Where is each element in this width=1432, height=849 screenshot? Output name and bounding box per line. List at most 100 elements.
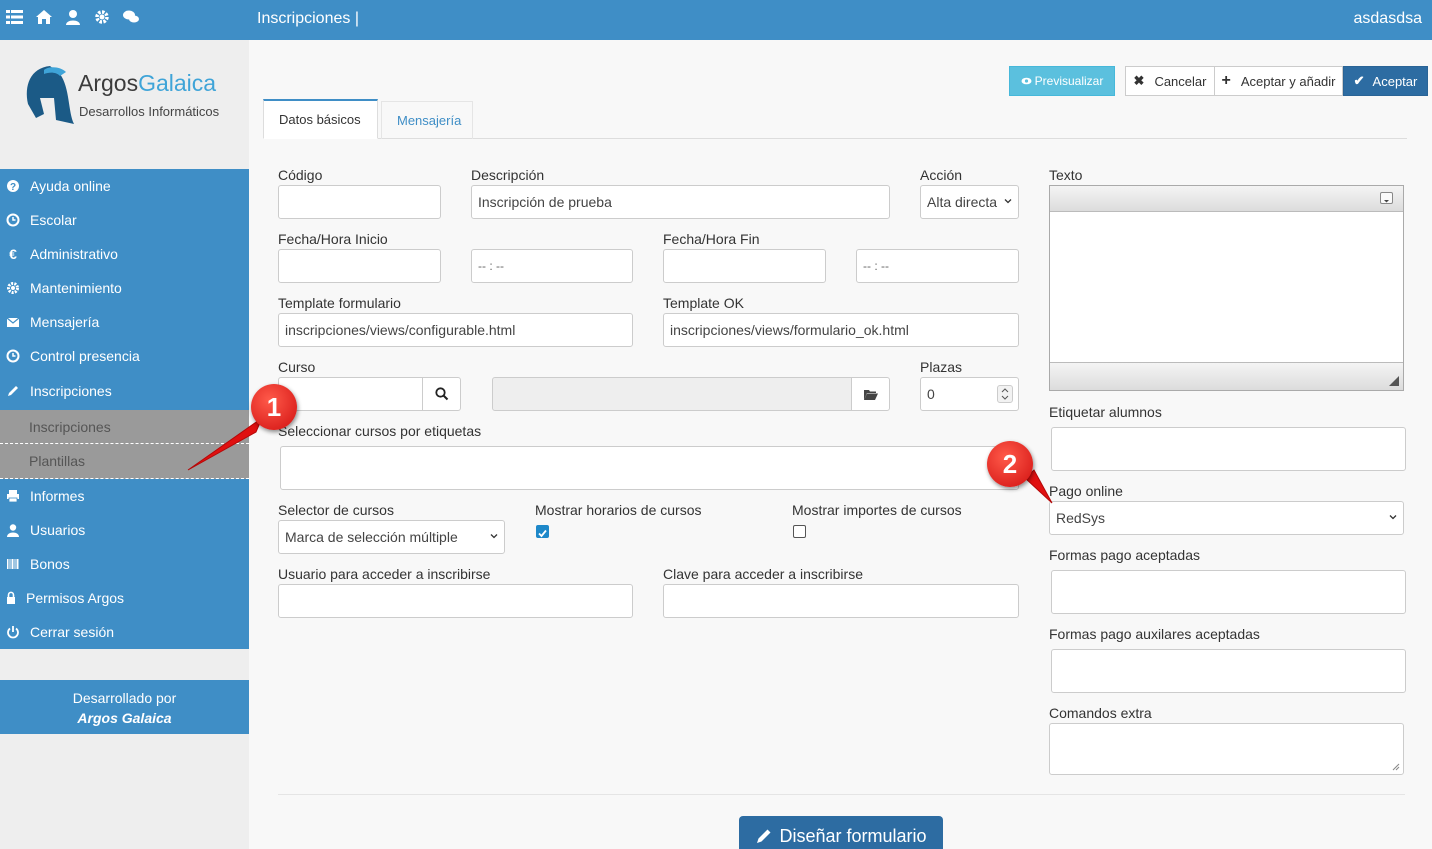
editor-toolbar (1050, 186, 1403, 212)
template-ok-input[interactable]: inscripciones/views/formulario_ok.html (663, 313, 1019, 347)
usuario-acceso-label: Usuario para acceder a inscribirse (278, 566, 491, 582)
plazas-input[interactable]: 0 (920, 377, 1019, 411)
sidebar-subitem-inscripciones[interactable]: Inscripciones (0, 409, 249, 444)
accept-and-add-button[interactable]: + Aceptar y añadir (1214, 66, 1343, 96)
resize-handle-icon[interactable] (1390, 761, 1400, 771)
codigo-input[interactable] (278, 185, 441, 219)
selector-cursos-label: Selector de cursos (278, 502, 394, 518)
sidebar-item-label: Control presencia (30, 348, 140, 364)
resize-handle-icon[interactable] (1389, 376, 1399, 386)
sidebar-subitem-plantillas[interactable]: Plantillas (0, 444, 249, 479)
chevron-down-icon[interactable] (1380, 192, 1393, 204)
accept-button[interactable]: ✔ Aceptar (1343, 66, 1428, 96)
preview-button[interactable]: Previsualizar (1009, 66, 1115, 96)
barcode-icon (6, 557, 20, 571)
sidebar-item-label: Administrativo (30, 246, 118, 262)
check-icon (538, 529, 547, 538)
design-form-button[interactable]: Diseñar formulario (739, 816, 943, 849)
sidebar-item-administrativo[interactable]: € Administrativo (0, 237, 249, 271)
eye-icon (1021, 74, 1032, 88)
sidebar-item-cerrar-sesion[interactable]: Cerrar sesión (0, 615, 249, 649)
power-icon (6, 625, 20, 639)
sidebar-item-label: Informes (30, 488, 85, 504)
sidebar-subitem-label: Inscripciones (29, 418, 111, 435)
pago-online-value: RedSys (1056, 510, 1106, 526)
sidebar: ArgosGalaica Desarrollos Informáticos ? … (0, 40, 249, 849)
clave-acceso-input[interactable] (663, 584, 1019, 618)
curso-search-button[interactable] (422, 377, 461, 411)
chevron-down-icon (490, 534, 498, 539)
sidebar-item-ayuda-online[interactable]: ? Ayuda online (0, 169, 249, 203)
pencil-icon (757, 829, 771, 843)
sidebar-subitem-label: Plantillas (29, 453, 86, 469)
page-title: Inscripciones | (257, 10, 359, 27)
etiquetar-alumnos-input[interactable] (1051, 427, 1406, 471)
accept-button-label: Aceptar (1372, 73, 1418, 89)
usuario-acceso-input[interactable] (278, 584, 633, 618)
sidebar-item-label: Escolar (30, 212, 77, 228)
mostrar-horarios-label: Mostrar horarios de cursos (535, 502, 702, 518)
credits-line-2: Argos Galaica (77, 710, 172, 726)
fecha-fin-date-input[interactable] (663, 249, 826, 283)
svg-text:€: € (9, 247, 17, 261)
gear-icon[interactable] (93, 9, 122, 29)
comandos-extra-label: Comandos extra (1049, 705, 1152, 721)
descripcion-input[interactable]: Inscripción de prueba (471, 185, 890, 219)
template-formulario-input[interactable]: inscripciones/views/configurable.html (278, 313, 633, 347)
logo: ArgosGalaica Desarrollos Informáticos (16, 62, 236, 132)
etiquetas-tags-input[interactable] (280, 446, 1019, 490)
accept-and-add-button-label: Aceptar y añadir (1240, 73, 1336, 89)
print-icon (6, 489, 20, 503)
formas-pago-input[interactable] (1051, 570, 1406, 614)
sidebar-item-label: Usuarios (30, 522, 86, 538)
comandos-extra-textarea[interactable] (1049, 723, 1404, 775)
topbar-icons (6, 9, 151, 29)
selector-cursos-select[interactable]: Marca de selección múltiple (278, 520, 505, 554)
search-icon (434, 387, 448, 401)
preview-button-label: Previsualizar (1034, 74, 1104, 88)
formas-pago-aux-label: Formas pago auxilares aceptadas (1049, 626, 1260, 642)
formas-pago-aux-input[interactable] (1051, 649, 1406, 693)
accion-select[interactable]: Alta directa (920, 185, 1019, 219)
pago-online-select[interactable]: RedSys (1049, 501, 1404, 535)
user-icon[interactable] (64, 9, 93, 29)
tab-bar: Datos básicos Mensajería (263, 99, 1407, 139)
sidebar-item-control-presencia[interactable]: Control presencia (0, 339, 249, 373)
chat-icon[interactable] (122, 9, 151, 29)
tab-datos-basicos[interactable]: Datos básicos (263, 99, 378, 139)
etiquetar-alumnos-label: Etiquetar alumnos (1049, 404, 1162, 420)
sidebar-item-label: Inscripciones (30, 383, 112, 399)
fecha-inicio-label: Fecha/Hora Inicio (278, 231, 388, 247)
fecha-inicio-time-input[interactable]: -- : -- (471, 249, 633, 283)
list-icon[interactable] (6, 9, 35, 29)
curso-browse-button[interactable] (851, 377, 890, 411)
sidebar-item-usuarios[interactable]: Usuarios (0, 513, 249, 547)
divider (278, 794, 1405, 795)
curso-code-input[interactable] (278, 377, 423, 411)
mostrar-importes-checkbox[interactable] (793, 525, 806, 538)
mostrar-horarios-checkbox[interactable] (536, 525, 549, 538)
fecha-fin-time-input[interactable]: -- : -- (856, 249, 1019, 283)
home-icon[interactable] (35, 9, 64, 29)
chevron-down-icon (1004, 199, 1012, 204)
username-label[interactable]: asdasdsa (1354, 10, 1423, 28)
tab-mensajeria[interactable]: Mensajería (381, 101, 473, 139)
sidebar-item-bonos[interactable]: Bonos (0, 547, 249, 581)
sidebar-item-mantenimiento[interactable]: Mantenimiento (0, 271, 249, 305)
sidebar-item-mensajeria[interactable]: Mensajería (0, 305, 249, 339)
spinner-icon[interactable] (997, 385, 1013, 403)
sidebar-item-informes[interactable]: Informes (0, 479, 249, 513)
sidebar-item-escolar[interactable]: Escolar (0, 203, 249, 237)
texto-rich-editor[interactable] (1049, 185, 1404, 391)
check-icon: ✔ (1353, 73, 1365, 88)
texto-label: Texto (1049, 167, 1083, 183)
question-circle-icon: ? (6, 179, 20, 193)
cancel-button[interactable]: ✖ Cancelar (1125, 66, 1215, 96)
sidebar-item-inscripciones[interactable]: Inscripciones (0, 373, 249, 409)
lock-icon (6, 591, 16, 605)
sidebar-item-permisos-argos[interactable]: Permisos Argos (0, 581, 249, 615)
clock-icon (6, 213, 20, 227)
clock-icon (6, 349, 20, 363)
selector-cursos-value: Marca de selección múltiple (285, 529, 458, 545)
fecha-inicio-date-input[interactable] (278, 249, 441, 283)
